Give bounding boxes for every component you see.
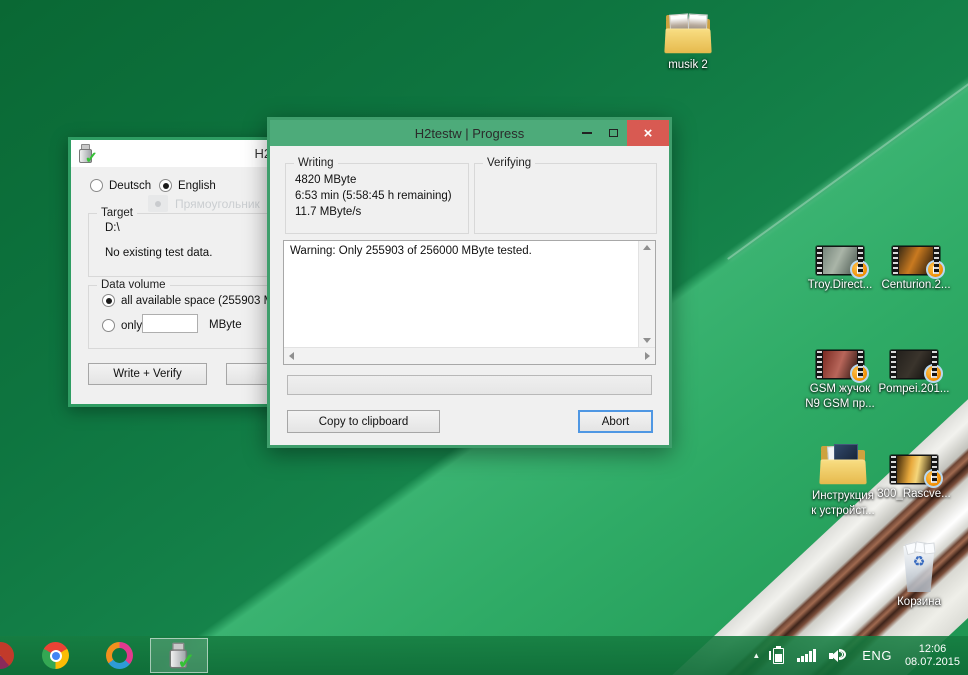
- target-drive: D:\: [105, 222, 120, 234]
- play-badge-icon: [926, 260, 945, 279]
- music-folder-icon: [665, 13, 711, 55]
- writing-groupbox: Writing 4820 MByte 6:53 min (5:58:45 h r…: [285, 163, 469, 234]
- radio-label: English: [178, 180, 216, 192]
- taskbar: ENG 12:06 08.07.2015: [0, 636, 968, 675]
- abort-button[interactable]: Abort: [578, 410, 653, 433]
- log-warning-text: Warning: Only 255903 of 256000 MByte tes…: [284, 241, 638, 347]
- desktop: musik 2 Troy.Direct... Centurion.2... GS…: [0, 0, 968, 675]
- chrome-icon[interactable]: [42, 642, 69, 669]
- check-icon: [177, 652, 195, 674]
- groupbox-label: Verifying: [483, 156, 535, 171]
- verifying-groupbox: Verifying: [474, 163, 657, 234]
- mbyte-unit-label: MByte: [209, 319, 242, 331]
- scroll-right-icon[interactable]: [645, 352, 650, 360]
- clock[interactable]: 12:06 08.07.2015: [905, 643, 960, 669]
- groupbox-label: Writing: [294, 156, 338, 171]
- play-badge-icon: [924, 364, 943, 383]
- target-status: No existing test data.: [105, 247, 212, 259]
- radio-circle: [102, 294, 115, 307]
- volume-icon[interactable]: [829, 648, 849, 664]
- write-verify-button[interactable]: Write + Verify: [88, 363, 207, 385]
- progress-bar: [287, 375, 652, 395]
- taskbar-partial-app-icon[interactable]: [0, 642, 14, 669]
- h2testw-progress-dialog: H2testw | Progress Writing 4820 MByte 6:…: [267, 117, 672, 448]
- desktop-icon-300-rascve[interactable]: 300_Rascve...: [868, 455, 960, 502]
- radio-label: only: [121, 320, 142, 332]
- video-thumbnail-icon: [890, 350, 938, 379]
- clock-date: 08.07.2015: [905, 656, 960, 669]
- maximize-icon: [609, 129, 618, 137]
- vertical-scrollbar[interactable]: [638, 241, 655, 347]
- icon-label: GSM жучок: [810, 382, 870, 397]
- radio-label: Deutsch: [109, 180, 151, 192]
- icon-label: musik 2: [668, 58, 708, 73]
- show-hidden-icons-button[interactable]: [752, 652, 760, 660]
- minimize-icon: [582, 132, 592, 134]
- battery-icon[interactable]: [773, 648, 784, 664]
- desktop-icon-troy[interactable]: Troy.Direct...: [797, 246, 883, 293]
- system-tray: ENG 12:06 08.07.2015: [752, 636, 960, 675]
- icon-label: Troy.Direct...: [808, 278, 873, 293]
- ghost-bullet-icon: [148, 195, 168, 212]
- writing-stats: 4820 MByte 6:53 min (5:58:45 h remaining…: [295, 172, 452, 220]
- window-controls: [573, 120, 669, 146]
- scroll-left-icon[interactable]: [289, 352, 294, 360]
- icon-label: 300_Rascve...: [877, 487, 951, 502]
- video-thumbnail-icon: [890, 455, 938, 484]
- writing-speed: 11.7 MByte/s: [295, 204, 452, 220]
- dialog-client: Writing 4820 MByte 6:53 min (5:58:45 h r…: [270, 146, 669, 445]
- desktop-icon-musik-2[interactable]: musik 2: [647, 13, 729, 73]
- log-textarea[interactable]: Warning: Only 255903 of 256000 MByte tes…: [283, 240, 656, 365]
- copy-to-clipboard-button[interactable]: Copy to clipboard: [287, 410, 440, 433]
- taskbar-h2testw-button[interactable]: [150, 638, 208, 673]
- recycle-bin-icon: [900, 542, 938, 592]
- desktop-icon-recycle-bin[interactable]: Корзина: [880, 542, 958, 610]
- horizontal-scrollbar[interactable]: [284, 347, 655, 364]
- writing-time: 6:53 min (5:58:45 h remaining): [295, 188, 452, 204]
- radio-english[interactable]: English: [159, 179, 216, 192]
- ghost-tooltip-rectangle: Прямоугольник: [148, 195, 260, 212]
- h2testw-app-icon: [168, 643, 190, 669]
- wallpaper-highlight-line: [727, 82, 968, 260]
- minimize-button[interactable]: [573, 120, 600, 146]
- close-button[interactable]: [627, 120, 669, 146]
- radio-deutsch[interactable]: Deutsch: [90, 179, 151, 192]
- scroll-up-icon[interactable]: [643, 245, 651, 250]
- icon-label: N9 GSM пр...: [805, 397, 875, 412]
- video-thumbnail-icon: [816, 350, 864, 379]
- video-thumbnail-icon: [816, 246, 864, 275]
- desktop-icon-pompei[interactable]: Pompei.201...: [868, 350, 960, 397]
- icon-label: Корзина: [897, 595, 941, 610]
- sync-arrows-icon[interactable]: [106, 642, 133, 669]
- icon-label: Инструкция: [812, 489, 874, 504]
- only-mbyte-input[interactable]: [142, 314, 198, 333]
- desktop-icon-centurion[interactable]: Centurion.2...: [872, 246, 960, 293]
- groupbox-label: Data volume: [97, 278, 170, 293]
- radio-only[interactable]: only: [102, 319, 142, 332]
- clock-time: 12:06: [905, 643, 960, 656]
- maximize-button[interactable]: [600, 120, 627, 146]
- icon-label: к устройст...: [811, 504, 874, 519]
- groupbox-label: Target: [97, 206, 137, 221]
- video-thumbnail-icon: [892, 246, 940, 275]
- play-badge-icon: [924, 469, 943, 488]
- icon-label: Centurion.2...: [881, 278, 950, 293]
- play-badge-icon: [850, 260, 869, 279]
- icon-label: Pompei.201...: [879, 382, 950, 397]
- close-icon: [644, 126, 653, 141]
- radio-circle: [159, 179, 172, 192]
- play-badge-icon: [850, 364, 869, 383]
- network-signal-icon[interactable]: [797, 649, 816, 662]
- folder-icon: [820, 444, 866, 486]
- language-indicator[interactable]: ENG: [862, 648, 892, 663]
- radio-circle: [102, 319, 115, 332]
- radio-circle: [90, 179, 103, 192]
- scroll-down-icon[interactable]: [643, 338, 651, 343]
- writing-mbyte: 4820 MByte: [295, 172, 452, 188]
- recycle-symbol-icon: [900, 554, 938, 568]
